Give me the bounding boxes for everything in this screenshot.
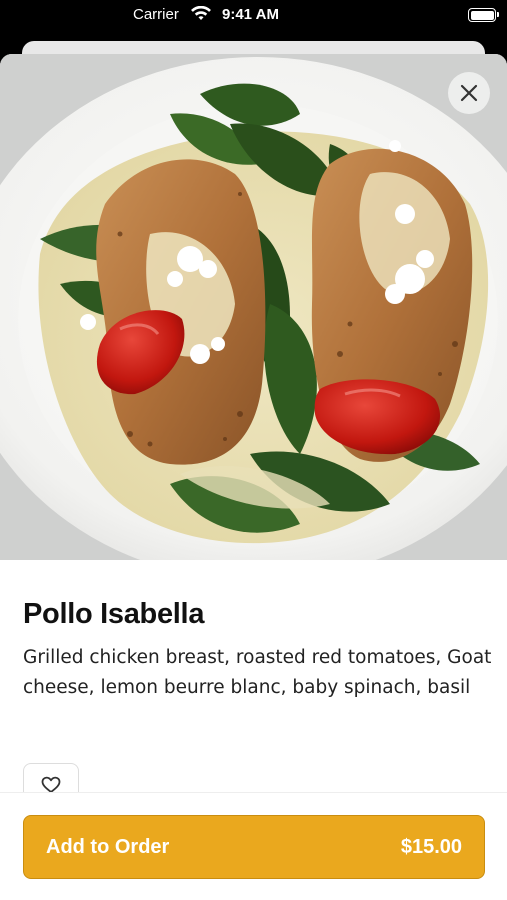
order-price: $15.00 bbox=[400, 836, 462, 858]
clock: 9:41 AM bbox=[222, 6, 279, 23]
dish-photo bbox=[0, 54, 507, 560]
item-description: Grilled chicken breast, roasted red toma… bbox=[23, 647, 492, 698]
add-to-order-label: Add to Order bbox=[46, 836, 170, 858]
item-detail-sheet: Pollo Isabella Grilled chicken breast, r… bbox=[0, 54, 507, 900]
battery-icon bbox=[468, 8, 499, 22]
add-to-order-button[interactable]: Add to Order $15.00 bbox=[23, 815, 485, 879]
bottom-action-bar: Add to Order $15.00 bbox=[0, 792, 507, 900]
carrier-label: Carrier bbox=[133, 6, 179, 23]
close-icon bbox=[460, 84, 478, 102]
status-bar: Carrier 9:41 AM bbox=[0, 0, 507, 32]
item-title: Pollo Isabella bbox=[23, 598, 205, 630]
wifi-icon bbox=[190, 5, 212, 26]
screen: Carrier 9:41 AM Pollo Isabella Grilled c… bbox=[0, 0, 507, 900]
close-button[interactable] bbox=[448, 72, 490, 114]
